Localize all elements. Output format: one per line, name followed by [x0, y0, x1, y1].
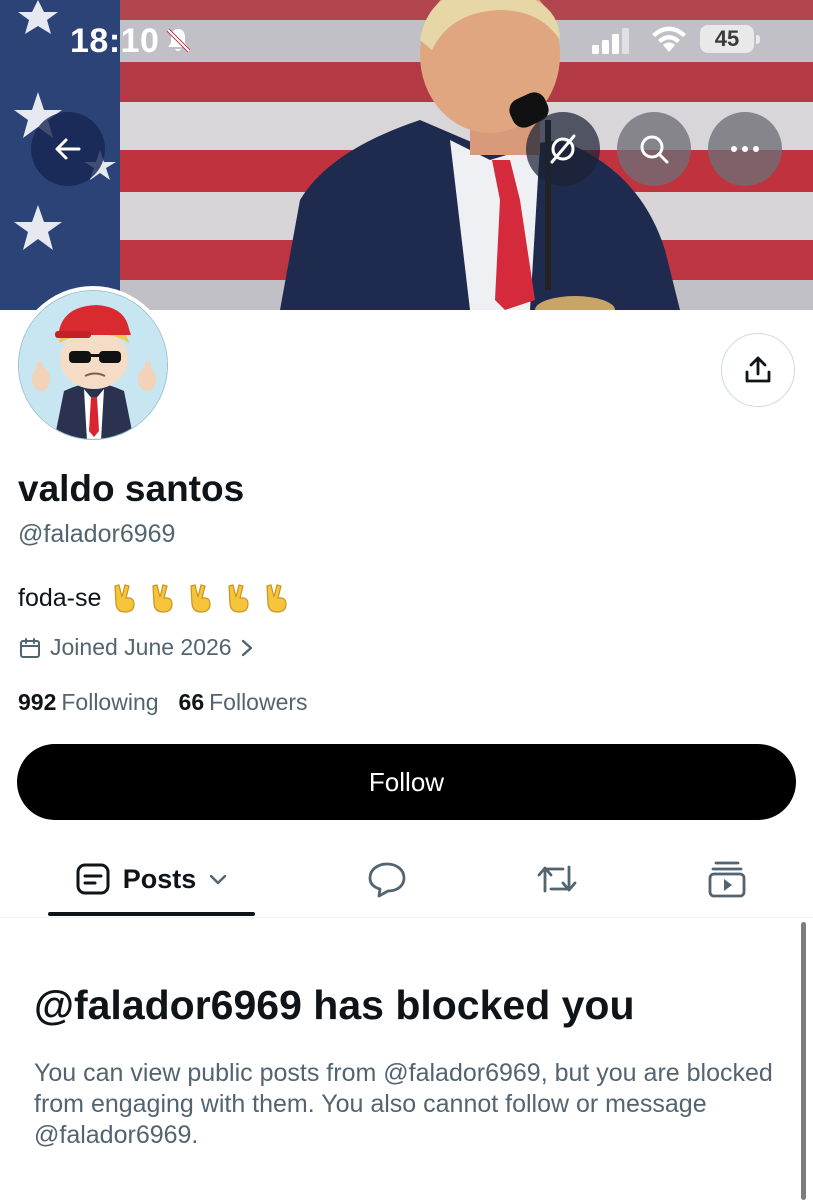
tab-replies[interactable]	[347, 840, 427, 918]
profile-handle: @falador6969	[18, 520, 176, 548]
victory-hand-emoji-icon	[114, 584, 135, 613]
scrollbar[interactable]	[801, 922, 806, 1200]
follow-button[interactable]: Follow	[17, 744, 796, 820]
profile-stats: 992 Following 66 Followers	[18, 689, 328, 716]
victory-hand-emoji-icon	[228, 584, 249, 613]
joined-label: Joined June 2026	[50, 634, 232, 660]
battery-tip	[756, 35, 760, 44]
victory-hand-emoji-icon	[266, 584, 287, 613]
following-link[interactable]: 992 Following	[18, 689, 159, 716]
media-icon	[708, 861, 746, 898]
reposts-icon	[537, 865, 577, 893]
followers-count: 66	[178, 689, 205, 715]
more-button[interactable]	[708, 112, 782, 186]
grok-button[interactable]	[526, 112, 600, 186]
display-name: valdo santos	[18, 468, 245, 509]
chevron-right-icon	[241, 639, 252, 656]
share-icon	[745, 356, 771, 383]
status-time: 18:10	[70, 22, 160, 60]
grok-icon	[550, 134, 576, 164]
more-icon	[731, 146, 759, 152]
followers-link[interactable]: 66 Followers	[179, 689, 308, 716]
blocked-title: @falador6969 has blocked you	[34, 982, 635, 1028]
following-label: Following	[61, 689, 159, 715]
victory-hand-emoji-icon	[190, 584, 211, 613]
tab-posts[interactable]: Posts	[48, 840, 255, 918]
back-button[interactable]	[31, 112, 105, 186]
profile-tabs: Posts	[0, 840, 813, 918]
tab-media[interactable]	[687, 840, 767, 918]
avatar-image	[18, 290, 168, 440]
tab-posts-label: Posts	[122, 863, 197, 894]
search-button[interactable]	[617, 112, 691, 186]
battery-level: 45	[714, 26, 740, 51]
joined-date[interactable]: Joined June 2026	[18, 634, 254, 661]
victory-hand-emoji-icon	[152, 584, 173, 613]
tab-reposts[interactable]	[517, 840, 597, 918]
battery-icon: 45	[700, 25, 754, 53]
bio-text: foda-se	[18, 583, 102, 612]
avatar[interactable]	[14, 286, 172, 444]
posts-icon	[76, 863, 110, 895]
search-icon	[640, 135, 669, 164]
share-button[interactable]	[721, 333, 795, 407]
calendar-icon	[20, 637, 40, 658]
blocked-description: You can view public posts from @falador6…	[34, 1059, 773, 1149]
chevron-down-icon	[210, 874, 227, 885]
followers-label: Followers	[209, 689, 308, 715]
cellular-signal-icon	[592, 28, 629, 54]
replies-icon	[368, 862, 406, 898]
back-arrow-icon	[55, 138, 81, 160]
tab-active-indicator	[48, 912, 255, 916]
following-count: 992	[18, 689, 57, 715]
profile-bio: foda-se	[18, 583, 301, 613]
status-bar: 18:10 45	[0, 0, 813, 80]
bell-slash-icon	[166, 28, 191, 53]
wifi-icon	[652, 26, 686, 52]
